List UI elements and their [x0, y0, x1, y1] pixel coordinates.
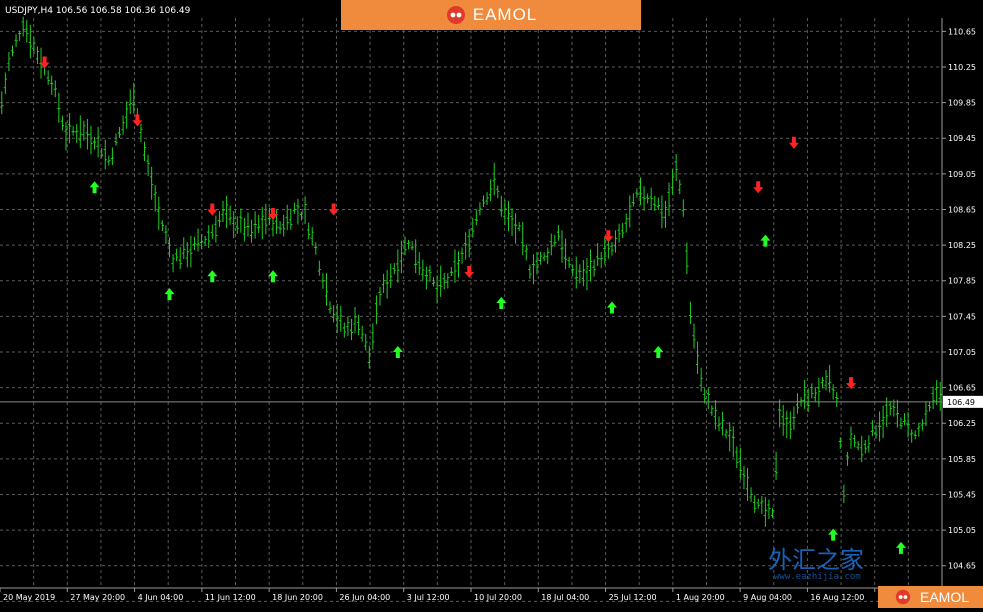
x-tick-label: 9 Aug 04:00 — [743, 593, 792, 602]
price-chart[interactable]: 110.65 110.25 109.85 109.45 109.05 108.65 108.… — [0, 0, 983, 608]
corner-logo-text: EAMOL — [919, 589, 969, 605]
current-price-label: 106.49 — [947, 398, 975, 407]
x-tick-label: 3 Jul 12:00 — [407, 593, 450, 602]
chart-area[interactable]: 110.65 110.25 109.85 109.45 109.05 108.65 108.… — [0, 0, 983, 608]
watermark-text: 外汇之家 — [768, 546, 864, 574]
y-tick-label: 108.65 — [948, 205, 976, 214]
x-tick-label: 20 May 2019 — [3, 593, 55, 602]
corner-logo: EAMOL — [878, 586, 983, 608]
y-tick-label: 109.45 — [948, 134, 976, 143]
x-tick-label: 4 Jun 04:00 — [138, 593, 184, 602]
y-tick-label: 109.05 — [948, 170, 976, 179]
x-tick-label: 27 May 20:00 — [70, 593, 125, 602]
y-tick-label: 106.25 — [948, 419, 976, 428]
x-tick-label: 11 Jun 12:00 — [205, 593, 256, 602]
y-tick-label: 105.45 — [948, 490, 976, 499]
y-tick-label: 107.05 — [948, 348, 976, 357]
x-tick-label: 18 Jun 20:00 — [272, 593, 323, 602]
eamol-logo-banner: EAMOL — [341, 0, 641, 30]
chart-header-title: USDJPY,H4 106.56 106.58 106.36 106.49 — [5, 6, 191, 16]
y-tick-label: 109.85 — [948, 99, 976, 108]
x-tick-label: 26 Jun 04:00 — [339, 593, 390, 602]
eamol-logo-icon — [445, 4, 467, 26]
y-tick-label: 110.25 — [948, 63, 976, 72]
y-tick-label: 105.85 — [948, 455, 976, 464]
y-tick-label: 106.65 — [948, 384, 976, 393]
corner-logo-icon — [892, 586, 914, 608]
x-tick-label: 10 Jul 20:00 — [474, 593, 522, 602]
x-tick-label: 1 Aug 20:00 — [676, 593, 725, 602]
y-tick-label: 110.65 — [948, 27, 976, 36]
x-tick-label: 16 Aug 12:00 — [810, 593, 864, 602]
y-tick-label: 105.05 — [948, 526, 976, 535]
y-tick-label: 104.65 — [948, 562, 976, 571]
logo-text: EAMOL — [472, 5, 538, 24]
x-tick-label: 25 Jul 12:00 — [609, 593, 657, 602]
x-tick-label: 18 Jul 04:00 — [541, 593, 589, 602]
watermark-url: www.eazhijia.com — [774, 572, 861, 582]
y-tick-label: 108.25 — [948, 241, 976, 250]
y-tick-label: 107.45 — [948, 312, 976, 321]
y-tick-label: 107.85 — [948, 277, 976, 286]
